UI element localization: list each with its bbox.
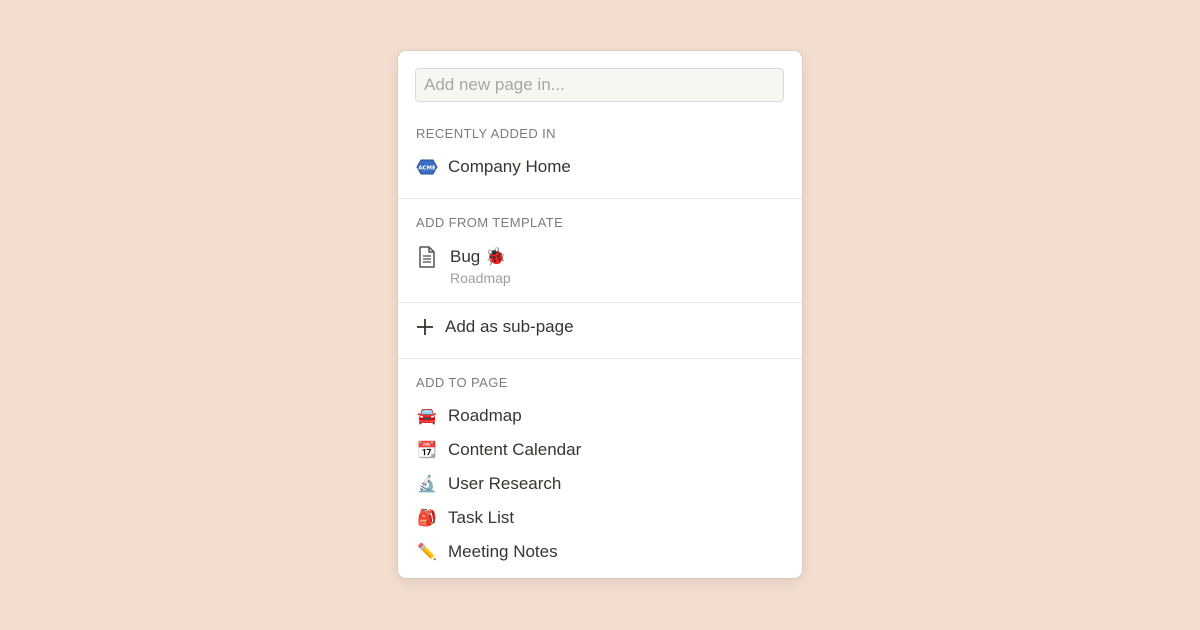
add-page-menu: Recently added in ACME Company Home Add … — [398, 51, 802, 578]
pencil-icon: ✏️ — [417, 544, 437, 561]
document-icon — [416, 245, 438, 269]
menu-item-user-research[interactable]: 🔬 User Research — [398, 468, 802, 500]
plus-icon — [416, 316, 434, 338]
menu-item-meeting-notes[interactable]: ✏️ Meeting Notes — [398, 536, 802, 568]
template-item-bug[interactable]: Bug 🐞 Roadmap — [398, 243, 802, 293]
search-field[interactable] — [415, 68, 784, 102]
section-heading-recently-added: Recently added in — [416, 126, 556, 141]
menu-item-roadmap[interactable]: 🚘 Roadmap — [398, 400, 802, 432]
section-heading-add-to-page: Add to page — [416, 375, 508, 390]
menu-item-label: Task List — [448, 508, 515, 527]
add-as-sub-page-label: Add as sub-page — [445, 317, 574, 336]
divider — [398, 358, 802, 359]
search-input[interactable] — [416, 69, 783, 101]
svg-text:ACME: ACME — [418, 166, 436, 172]
microscope-icon: 🔬 — [417, 476, 437, 493]
acme-logo-icon: ACME — [416, 156, 438, 178]
divider — [398, 198, 802, 199]
menu-item-label: Meeting Notes — [448, 542, 558, 561]
template-title: Bug 🐞 — [450, 247, 507, 266]
car-icon: 🚘 — [417, 408, 437, 425]
menu-item-label: Company Home — [448, 157, 571, 176]
menu-item-label: User Research — [448, 474, 562, 493]
calendar-icon: 📆 — [417, 442, 437, 459]
menu-item-content-calendar[interactable]: 📆 Content Calendar — [398, 434, 802, 466]
divider — [398, 302, 802, 303]
backpack-icon: 🎒 — [417, 510, 437, 527]
add-as-sub-page-button[interactable]: Add as sub-page — [398, 311, 802, 343]
menu-item-task-list[interactable]: 🎒 Task List — [398, 502, 802, 534]
section-heading-add-from-template: Add from template — [416, 215, 564, 230]
template-subtitle: Roadmap — [450, 270, 511, 286]
menu-item-company-home[interactable]: ACME Company Home — [398, 151, 802, 183]
ladybug-icon: 🐞 — [484, 247, 507, 266]
menu-item-label: Content Calendar — [448, 440, 582, 459]
menu-item-label: Roadmap — [448, 406, 522, 425]
